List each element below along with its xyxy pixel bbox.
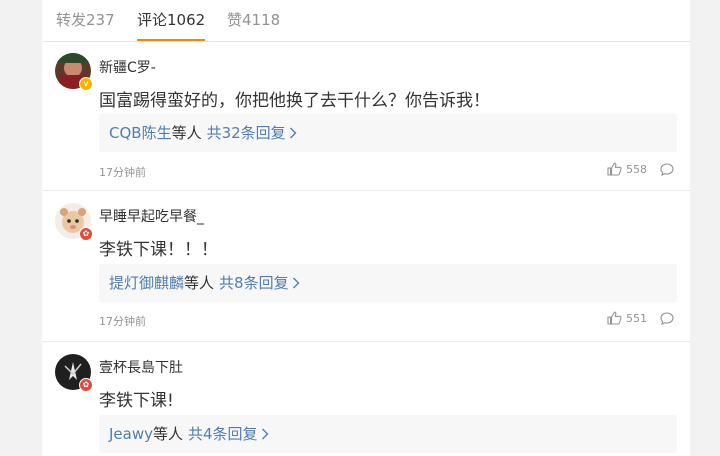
reply-count[interactable]: 共8条回复: [219, 274, 289, 292]
tab-comments[interactable]: 评论1062: [137, 9, 206, 41]
comment-username[interactable]: 新疆C罗-: [99, 57, 156, 77]
chevron-right-icon: [289, 127, 297, 138]
reply-count[interactable]: 共4条回复: [188, 425, 258, 443]
reply-summary[interactable]: CQB陈生等人 共32条回复: [99, 114, 677, 152]
comment-time: 17分钟前: [99, 315, 146, 328]
reply-suffix: 等人: [153, 425, 184, 443]
vip-badge-icon: ✿: [79, 378, 93, 392]
reply-count[interactable]: 共32条回复: [207, 124, 286, 142]
like-button[interactable]: 551: [607, 311, 647, 325]
reply-author[interactable]: Jeawy: [109, 425, 153, 443]
tab-repost[interactable]: 转发237: [56, 9, 115, 30]
vip-badge-icon: v: [79, 77, 93, 91]
tab-bar: 转发237 评论1062 赞4118: [42, 0, 690, 42]
chevron-right-icon: [292, 277, 300, 288]
avatar[interactable]: v: [55, 53, 93, 91]
reply-summary[interactable]: Jeawy等人 共4条回复: [99, 415, 677, 453]
reply-author[interactable]: 提灯御麒麟: [109, 274, 184, 292]
chevron-right-icon: [261, 428, 269, 439]
reply-summary[interactable]: 提灯御麒麟等人 共8条回复: [99, 264, 677, 302]
comment-item: ✿ 早睡早起吃早餐_ 李铁下课！！！ 提灯御麒麟等人 共8条回复 17分钟前 55…: [42, 191, 690, 341]
reply-suffix: 等人: [184, 274, 215, 292]
comment-bubble-icon[interactable]: [660, 163, 674, 176]
like-count: 558: [626, 162, 647, 176]
vip-badge-icon: ✿: [79, 227, 93, 241]
thumb-up-icon: [607, 311, 622, 325]
comment-item: v 新疆C罗- 国富踢得蛮好的，你把他换了去干什么？你告诉我！ CQB陈生等人共…: [42, 42, 690, 190]
like-button[interactable]: 558: [607, 162, 647, 176]
comment-username[interactable]: 壹杯長島下肚: [99, 357, 183, 377]
thumb-up-icon: [607, 162, 622, 176]
reply-suffix: 等人: [171, 124, 202, 142]
comment-text: 国富踢得蛮好的，你把他换了去干什么？你告诉我！: [99, 91, 490, 111]
comments-card: 转发237 评论1062 赞4118 v 新疆C罗- 国富踢得蛮好的，你把他换了…: [42, 0, 690, 456]
avatar[interactable]: ✿: [55, 203, 93, 241]
comment-item: ✿ 壹杯長島下肚 李铁下课! Jeawy等人 共4条回复: [42, 342, 690, 456]
reply-author[interactable]: CQB陈生: [109, 124, 172, 142]
comment-text: 李铁下课！！！: [99, 240, 218, 260]
comment-bubble-icon[interactable]: [660, 312, 674, 325]
like-count: 551: [626, 311, 647, 325]
comment-text: 李铁下课!: [99, 391, 174, 411]
comment-time: 17分钟前: [99, 166, 146, 179]
avatar[interactable]: ✿: [55, 354, 93, 392]
comment-username[interactable]: 早睡早起吃早餐_: [99, 206, 204, 226]
tab-likes[interactable]: 赞4118: [227, 9, 280, 30]
